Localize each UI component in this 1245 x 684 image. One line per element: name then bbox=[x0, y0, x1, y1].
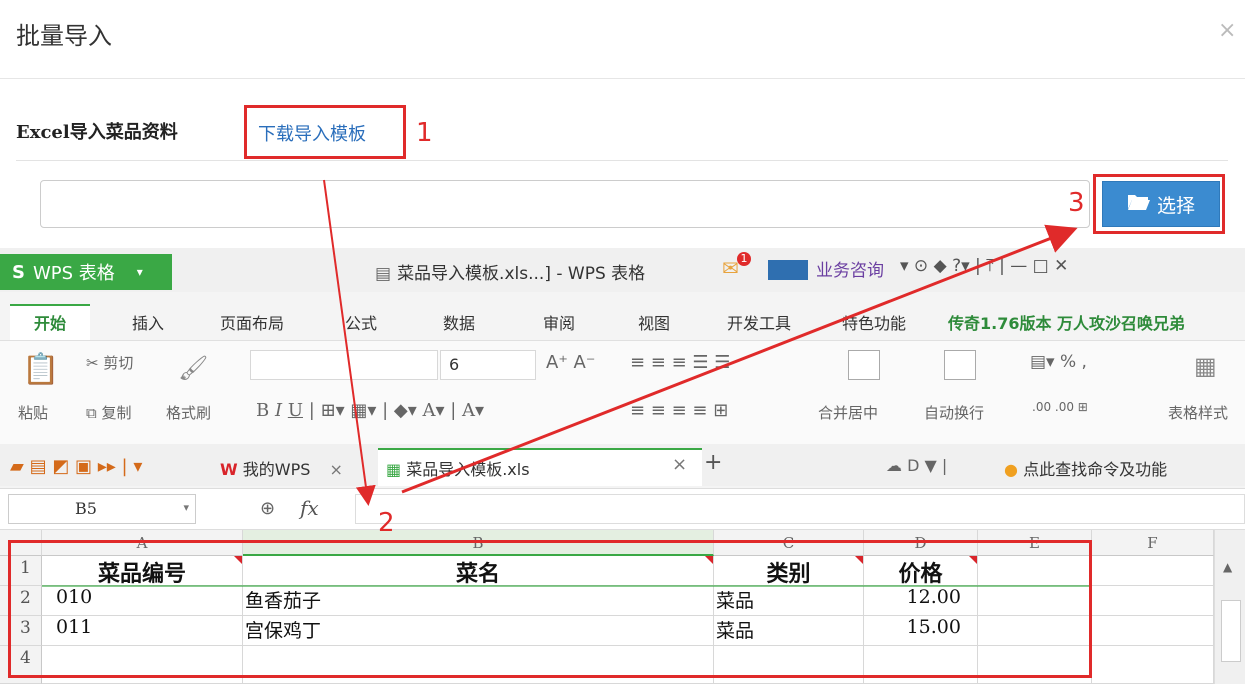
arrow-2-to-3 bbox=[401, 224, 1078, 494]
arrow-1-to-2 bbox=[323, 179, 376, 506]
annotation-arrows bbox=[323, 179, 1078, 506]
